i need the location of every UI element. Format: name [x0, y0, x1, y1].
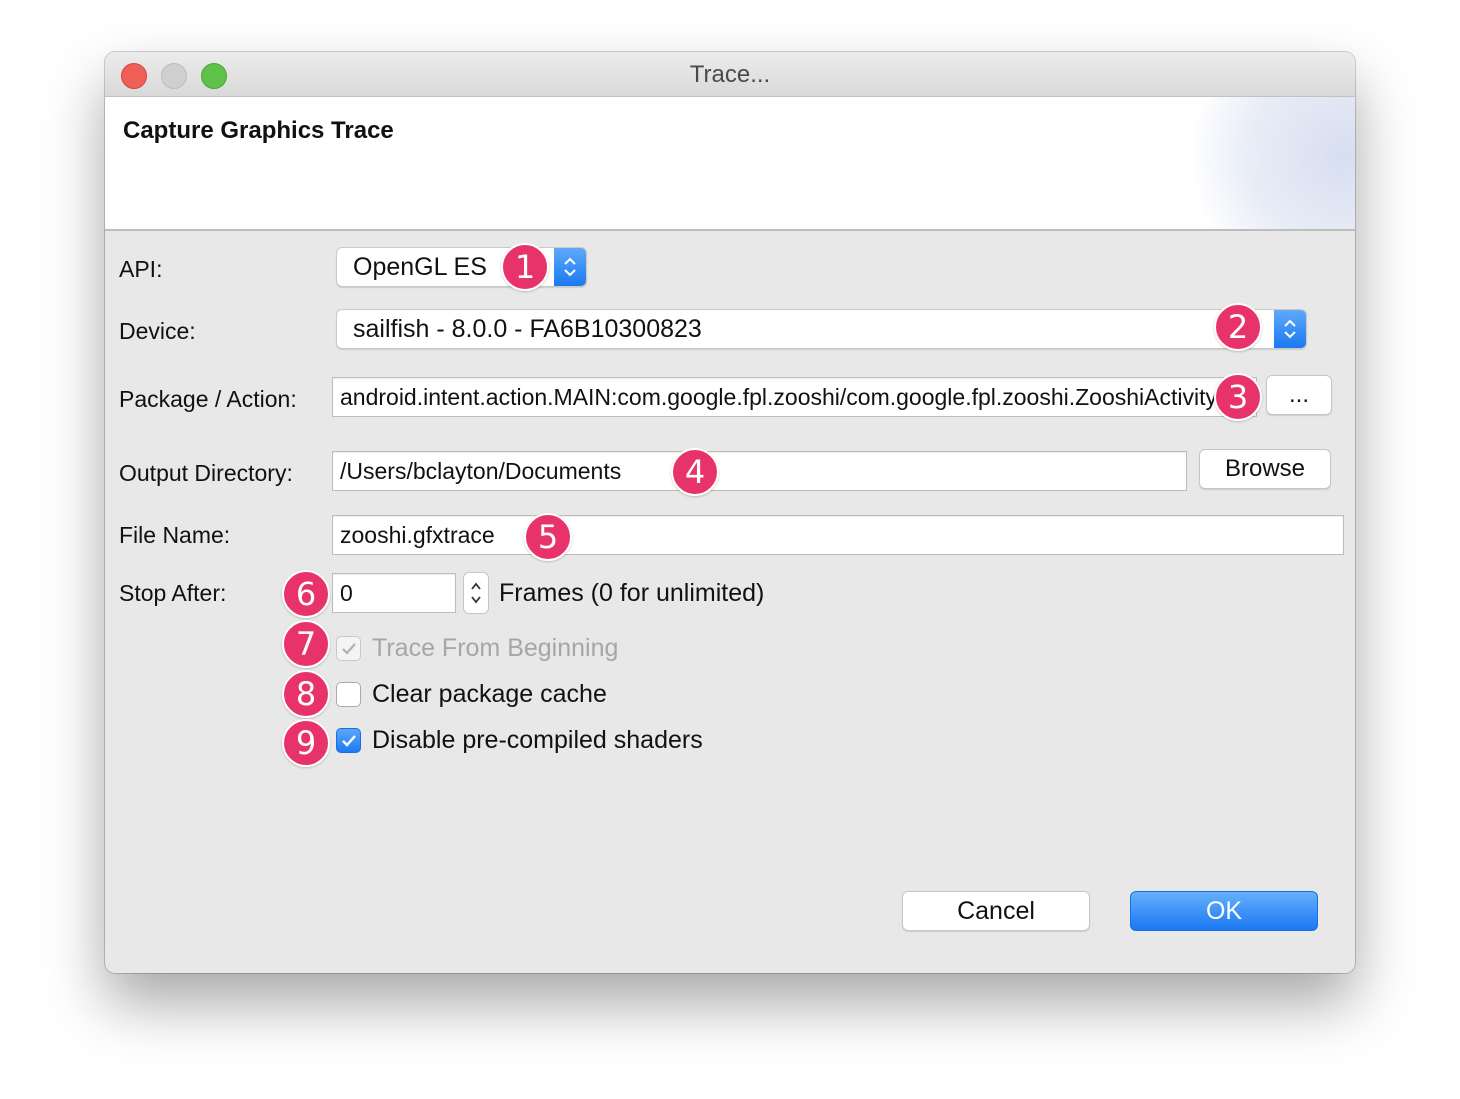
header-decoration: [1175, 97, 1355, 229]
ok-button[interactable]: OK: [1130, 891, 1318, 931]
trace-from-beginning-checkbox[interactable]: [336, 636, 361, 661]
annotation-badge-3: 3: [1214, 373, 1262, 421]
output-directory-label: Output Directory:: [119, 460, 293, 486]
file-name-input[interactable]: [333, 516, 1343, 554]
trace-from-beginning-label: Trace From Beginning: [372, 634, 619, 662]
stepper-arrows-icon: [471, 582, 481, 604]
clear-package-cache-label: Clear package cache: [372, 680, 607, 708]
stop-after-stepper[interactable]: [463, 572, 489, 614]
file-name-field[interactable]: [332, 515, 1344, 555]
annotation-badge-8: 8: [282, 670, 330, 718]
api-label: API:: [119, 256, 163, 282]
trace-dialog: Trace... Capture Graphics Trace API: Ope…: [105, 52, 1355, 973]
file-name-label: File Name:: [119, 522, 231, 548]
annotation-badge-4: 4: [671, 448, 719, 496]
device-dropdown[interactable]: sailfish - 8.0.0 - FA6B10300823: [336, 309, 1307, 349]
stop-after-field[interactable]: [332, 573, 456, 613]
annotation-badge-7: 7: [282, 620, 330, 668]
package-browse-button[interactable]: ...: [1266, 375, 1332, 415]
dialog-heading: Capture Graphics Trace: [123, 117, 394, 144]
annotation-badge-6: 6: [282, 570, 330, 618]
window-title: Trace...: [689, 61, 771, 88]
annotation-badge-5: 5: [524, 513, 572, 561]
checkmark-icon: [341, 734, 356, 747]
chevron-up-down-icon: [1274, 310, 1306, 348]
browse-button[interactable]: Browse: [1199, 449, 1331, 489]
package-action-label: Package / Action:: [119, 386, 297, 412]
disable-precompiled-shaders-checkbox[interactable]: [336, 728, 361, 753]
cancel-button[interactable]: Cancel: [902, 891, 1090, 931]
device-label: Device:: [119, 318, 196, 344]
output-directory-field[interactable]: [332, 451, 1187, 491]
api-dropdown[interactable]: OpenGL ES: [336, 247, 587, 287]
stop-after-label: Stop After:: [119, 580, 227, 606]
title-bar: Trace...: [105, 52, 1355, 97]
disable-precompiled-shaders-label: Disable pre-compiled shaders: [372, 726, 703, 754]
package-action-field[interactable]: [332, 377, 1257, 417]
annotation-badge-1: 1: [501, 243, 549, 291]
dialog-header: Capture Graphics Trace: [105, 97, 1355, 231]
api-dropdown-value: OpenGL ES: [353, 253, 487, 281]
device-dropdown-value: sailfish - 8.0.0 - FA6B10300823: [353, 315, 702, 343]
annotation-badge-2: 2: [1214, 303, 1262, 351]
package-action-input[interactable]: [333, 378, 1256, 416]
annotation-badge-9: 9: [282, 719, 330, 767]
checkmark-icon: [341, 642, 356, 655]
frames-suffix-label: Frames (0 for unlimited): [499, 579, 765, 607]
chevron-up-down-icon: [554, 248, 586, 286]
stop-after-input[interactable]: [333, 574, 455, 612]
clear-package-cache-checkbox[interactable]: [336, 682, 361, 707]
output-directory-input[interactable]: [333, 452, 1186, 490]
